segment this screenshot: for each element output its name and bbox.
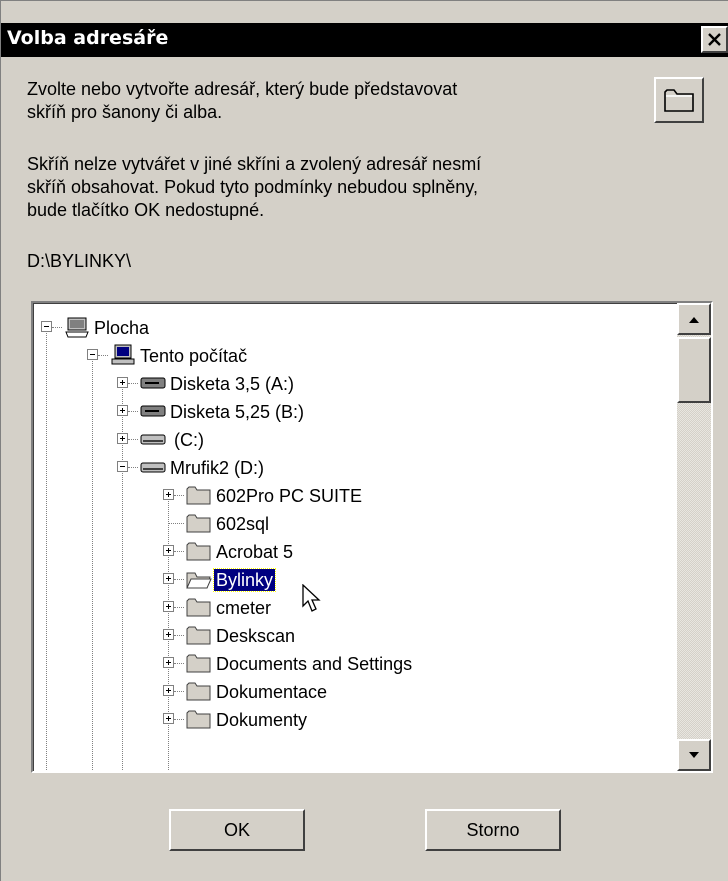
current-path: D:\BYLINKY\ [27, 251, 132, 271]
floppy-drive-icon [140, 405, 166, 417]
new-folder-button[interactable] [654, 77, 704, 123]
tree-item-label: 602Pro PC SUITE [216, 486, 363, 506]
expand-toggle[interactable] [163, 573, 174, 584]
tree-item-disketa-35[interactable]: Disketa 3,5 (A:) [34, 370, 674, 398]
folder-icon [664, 89, 694, 112]
expand-toggle[interactable] [163, 629, 174, 640]
expand-toggle[interactable] [163, 685, 174, 696]
expand-toggle[interactable] [163, 657, 174, 668]
scroll-down-button[interactable] [677, 739, 711, 771]
hard-drive-icon [140, 462, 166, 473]
tree-item-folder[interactable]: Deskscan [34, 622, 674, 650]
tree-item-drive-d[interactable]: Mrufik2 (D:) [34, 454, 674, 482]
tree-item-label: Bylinky [212, 568, 277, 592]
folder-icon [186, 598, 211, 617]
description-line-5: bude tlačítko OK nedostupné. [27, 200, 265, 220]
folder-icon [186, 514, 211, 533]
expand-toggle[interactable] [163, 713, 174, 724]
desktop-icon [65, 317, 89, 338]
tree-item-bylinky-selected[interactable]: Bylinky [34, 566, 674, 594]
expand-toggle[interactable] [117, 377, 128, 388]
scroll-thumb[interactable] [677, 337, 711, 403]
tree-item-label: Documents and Settings [216, 654, 413, 674]
folder-icon [186, 682, 211, 701]
tree-item-drive-c[interactable]: (C:) [34, 426, 674, 454]
window-title: Volba adresáře [7, 27, 169, 49]
folder-icon [186, 542, 211, 561]
ok-button[interactable]: OK [169, 809, 305, 851]
directory-tree[interactable]: Plocha Tento počítač Disketa 3,5 (A:) Di… [31, 301, 713, 773]
hard-drive-icon [140, 434, 166, 445]
tree-view[interactable]: Plocha Tento počítač Disketa 3,5 (A:) Di… [33, 303, 677, 771]
expand-toggle[interactable] [117, 433, 128, 444]
tree-item-label: Acrobat 5 [216, 542, 294, 562]
expand-toggle[interactable] [163, 489, 174, 500]
floppy-drive-icon [140, 377, 166, 389]
folder-icon [186, 486, 211, 505]
collapse-toggle[interactable] [117, 461, 128, 472]
tree-item-folder[interactable]: 602Pro PC SUITE [34, 482, 674, 510]
arrow-down-icon [689, 752, 699, 758]
tree-item-folder[interactable]: Dokumentace [34, 678, 674, 706]
description-line-2: skříň pro šanony či alba. [27, 102, 223, 122]
tree-item-label: Mrufik2 (D:) [170, 458, 264, 478]
tree-item-label: cmeter [216, 598, 272, 618]
dialog-window: Volba adresáře Zvolte nebo vytvořte adre… [0, 0, 728, 881]
computer-icon [111, 344, 135, 365]
folder-icon [186, 710, 211, 729]
scroll-up-button[interactable] [677, 303, 711, 335]
tree-item-label: Dokumentace [216, 682, 328, 702]
tree-item-label: Disketa 3,5 (A:) [170, 374, 295, 394]
tree-item-tento-pocitac[interactable]: Tento počítač [34, 342, 674, 370]
expand-toggle[interactable] [117, 405, 128, 416]
description-line-1: Zvolte nebo vytvořte adresář, který bude… [27, 79, 458, 99]
cancel-button[interactable]: Storno [425, 809, 561, 851]
tree-item-folder[interactable]: Documents and Settings [34, 650, 674, 678]
tree-item-label: Disketa 5,25 (B:) [170, 402, 305, 422]
tree-item-folder[interactable]: cmeter [34, 594, 674, 622]
folder-icon [186, 626, 211, 645]
tree-item-label: 602sql [216, 514, 270, 534]
mouse-cursor-icon [302, 584, 321, 612]
expand-toggle[interactable] [163, 601, 174, 612]
collapse-toggle[interactable] [87, 349, 98, 360]
folder-icon [186, 654, 211, 673]
vertical-scrollbar[interactable] [677, 303, 711, 771]
tree-item-folder[interactable]: Dokumenty [34, 706, 674, 734]
collapse-toggle[interactable] [41, 321, 52, 332]
title-bar[interactable]: Volba adresáře [1, 23, 728, 57]
close-icon [708, 33, 721, 46]
tree-item-folder[interactable]: Acrobat 5 [34, 538, 674, 566]
close-button[interactable] [701, 26, 728, 53]
description-line-4: skříň obsahovat. Pokud tyto podmínky neb… [27, 177, 478, 197]
tree-item-folder[interactable]: 602sql [34, 510, 674, 538]
tree-item-plocha[interactable]: Plocha [34, 314, 674, 342]
open-folder-icon [186, 572, 212, 589]
tree-item-label: Plocha [94, 318, 150, 338]
description-line-3: Skříň nelze vytvářet v jiné skříni a zvo… [27, 154, 482, 174]
expand-toggle[interactable] [163, 545, 174, 556]
arrow-up-icon [689, 317, 699, 323]
tree-item-label: Tento počítač [140, 346, 248, 366]
tree-item-label: Deskscan [216, 626, 296, 646]
tree-item-label: Dokumenty [216, 710, 308, 730]
tree-item-disketa-525[interactable]: Disketa 5,25 (B:) [34, 398, 674, 426]
tree-item-label: (C:) [174, 430, 204, 450]
